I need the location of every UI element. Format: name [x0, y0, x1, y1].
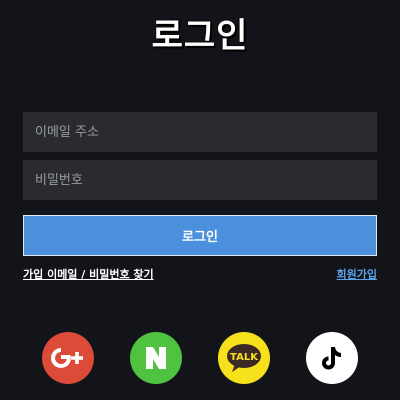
kakaotalk-icon: TALK	[227, 344, 261, 372]
kakao-login-button[interactable]: TALK	[218, 332, 270, 384]
naver-icon	[146, 347, 166, 369]
login-page: 로그인 로그인 가입 이메일 / 비밀번호 찾기 회원가입 TALK	[0, 0, 400, 400]
page-title: 로그인	[151, 16, 249, 56]
tiktok-login-button[interactable]	[306, 332, 358, 384]
find-account-link[interactable]: 가입 이메일 / 비밀번호 찾기	[23, 266, 154, 282]
tiktok-icon	[322, 347, 341, 370]
naver-login-button[interactable]	[130, 332, 182, 384]
kakao-talk-text: TALK	[230, 352, 259, 363]
signup-link[interactable]: 회원가입	[337, 266, 377, 282]
google-plus-icon	[51, 348, 83, 368]
password-field[interactable]	[23, 160, 377, 200]
login-button[interactable]: 로그인	[23, 215, 377, 256]
google-login-button[interactable]	[42, 332, 94, 384]
email-field[interactable]	[23, 112, 377, 152]
